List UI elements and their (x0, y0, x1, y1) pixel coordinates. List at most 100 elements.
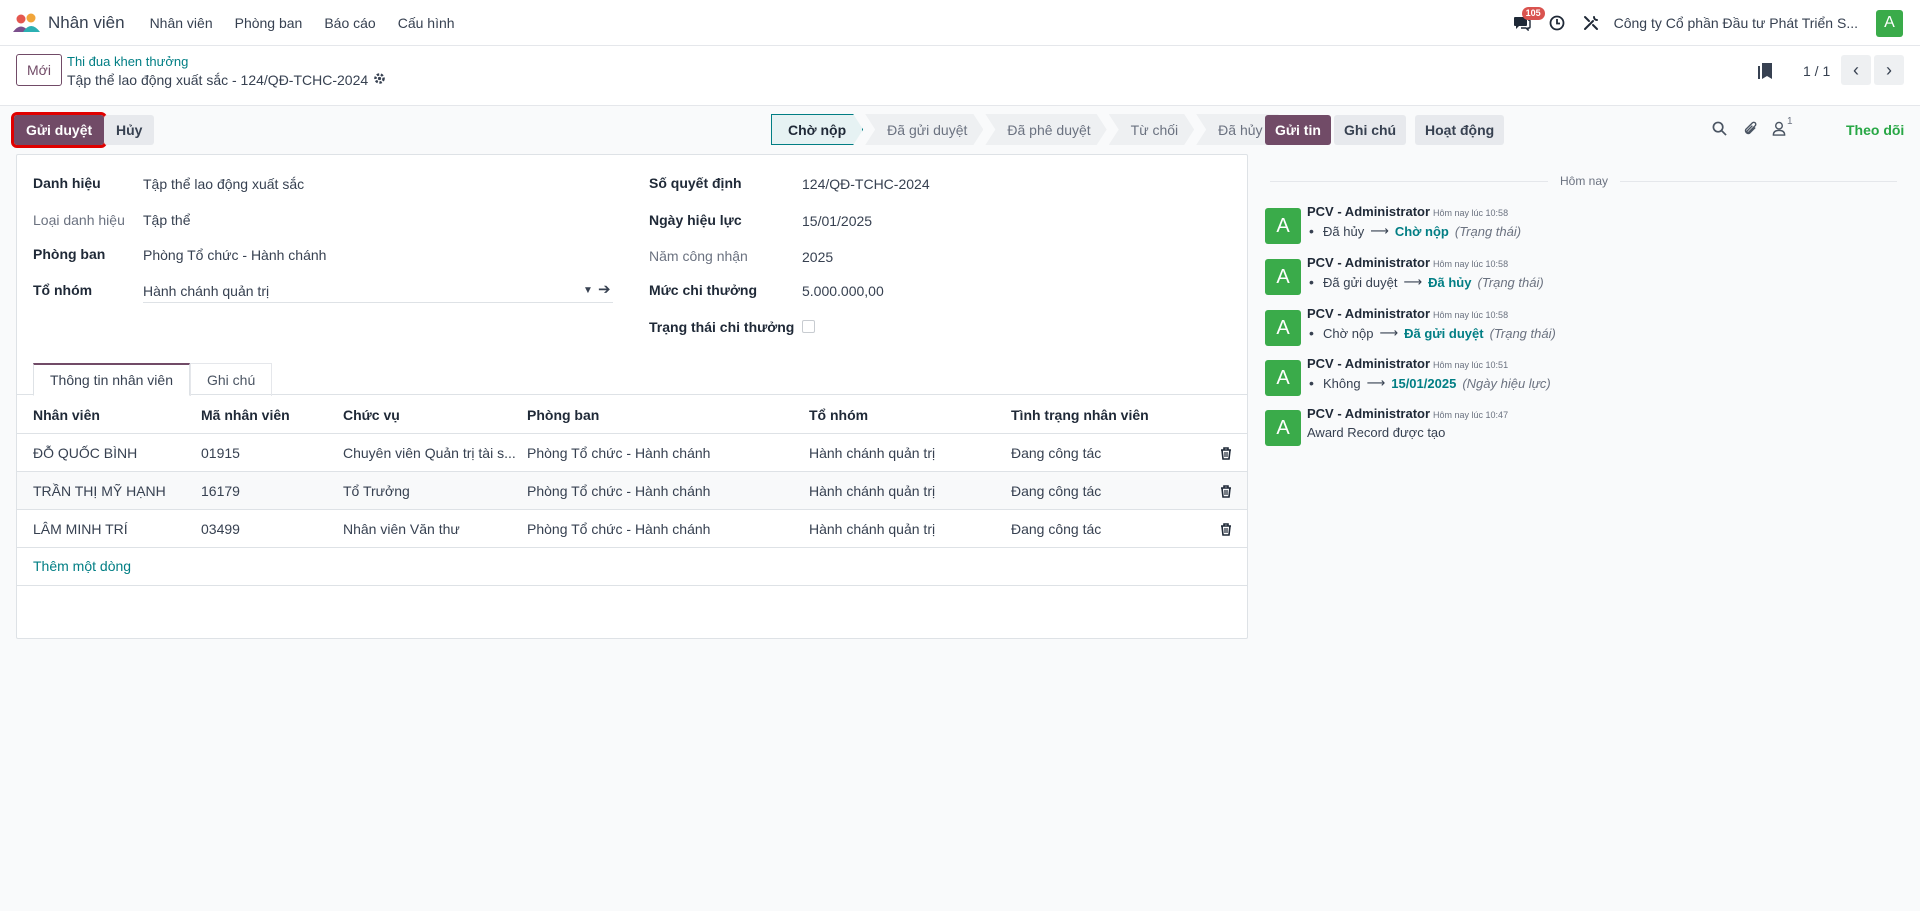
cell-employee-code: 16179 (201, 483, 240, 499)
old-value: Đã hủy (1323, 223, 1365, 239)
bookmark-icon[interactable] (1758, 62, 1774, 83)
field-phong-ban[interactable]: Phòng Tổ chức - Hành chánh (143, 247, 326, 263)
status-da-gui-duyet[interactable]: Đã gửi duyệt (865, 114, 983, 145)
author-name: PCV - Administrator (1307, 306, 1431, 321)
app-logo-icon[interactable] (12, 12, 42, 34)
message-time: Hôm nay lúc 10:47 (1433, 410, 1509, 420)
cell-position: Tổ Trưởng (343, 483, 410, 499)
field-label-ngay-hieu-luc: Ngày hiệu lực (649, 212, 742, 228)
field-so-quyet-dinh[interactable]: 124/QĐ-TCHC-2024 (802, 176, 930, 192)
message-avatar[interactable]: A (1265, 310, 1301, 346)
activity-button[interactable]: Hoạt động (1415, 115, 1505, 145)
message-time: Hôm nay lúc 10:51 (1433, 360, 1509, 370)
message-author[interactable]: PCV - Administrator Hôm nay lúc 10:51 (1307, 356, 1508, 371)
messages-badge: 105 (1521, 7, 1545, 20)
trash-icon[interactable] (1220, 510, 1232, 548)
messages-icon[interactable]: 105 (1513, 7, 1545, 31)
tab-employee-info[interactable]: Thông tin nhân viên (33, 363, 190, 396)
message-time: Hôm nay lúc 10:58 (1433, 259, 1509, 269)
app-name[interactable]: Nhân viên (48, 13, 125, 33)
menu-configuration[interactable]: Cấu hình (398, 15, 455, 31)
field-ngay-hieu-luc[interactable]: 15/01/2025 (802, 213, 872, 229)
pager-previous-button[interactable]: ‹ (1841, 55, 1871, 85)
log-note-button[interactable]: Ghi chú (1334, 115, 1407, 145)
message-avatar[interactable]: A (1265, 208, 1301, 244)
debug-tools-icon[interactable] (1583, 15, 1599, 31)
cell-team: Hành chánh quản trị (809, 483, 936, 499)
tracking-line: Không ⟶ 15/01/2025 (Ngày hiệu lực) (1309, 375, 1551, 391)
new-value: Chờ nộp (1394, 223, 1449, 239)
field-muc-chi-thuong[interactable]: 5.000.000,00 (802, 283, 884, 299)
trash-icon[interactable] (1220, 472, 1232, 510)
message-author[interactable]: PCV - Administrator Hôm nay lúc 10:58 (1307, 255, 1508, 270)
paperclip-icon[interactable] (1743, 121, 1758, 139)
pager-next-button[interactable]: › (1874, 55, 1904, 85)
cell-employee-code: 03499 (201, 521, 240, 537)
message-author[interactable]: PCV - Administrator Hôm nay lúc 10:58 (1307, 306, 1508, 321)
message-body: Award Record được tạo (1307, 425, 1446, 440)
field-loai-danh-hieu[interactable]: Tập thể (143, 212, 190, 228)
old-value: Đã gửi duyệt (1323, 274, 1398, 290)
column-header-team[interactable]: Tổ nhóm (809, 396, 868, 434)
internal-link-arrow-icon[interactable]: ➔ (598, 280, 611, 298)
new-value: Đã hủy (1428, 274, 1472, 290)
add-line-link[interactable]: Thêm một dòng (33, 558, 131, 574)
tracking-line: Đã gửi duyệt ⟶ Đã hủy (Trạng thái) (1309, 274, 1544, 290)
user-avatar[interactable]: A (1876, 9, 1903, 37)
tracked-field: (Trạng thái) (1477, 274, 1544, 290)
cell-position: Chuyên viên Quản trị tài s... (343, 445, 516, 461)
control-panel: Mới Thi đua khen thưởng Tập thể lao động… (0, 46, 1920, 106)
submit-button[interactable]: Gửi duyệt (10, 112, 108, 148)
table-row[interactable]: ĐỖ QUỐC BÌNH 01915 Chuyên viên Quản trị … (17, 434, 1247, 472)
new-button[interactable]: Mới (16, 54, 62, 86)
message-author[interactable]: PCV - Administrator Hôm nay lúc 10:47 (1307, 406, 1508, 421)
tab-notes[interactable]: Ghi chú (190, 363, 273, 396)
cancel-button[interactable]: Hủy (104, 115, 155, 145)
menu-employees[interactable]: Nhân viên (150, 15, 213, 31)
field-danh-hieu[interactable]: Tập thể lao động xuất sắc (143, 176, 304, 192)
author-name: PCV - Administrator (1307, 204, 1431, 219)
field-nam-cong-nhan[interactable]: 2025 (802, 249, 833, 265)
company-switcher[interactable]: Công ty Cổ phần Đầu tư Phát Triển S... (1614, 15, 1858, 31)
field-label-trang-thai-chi-thuong: Trạng thái chi thưởng (649, 319, 795, 335)
column-header-department[interactable]: Phòng ban (527, 396, 599, 434)
status-cho-nop[interactable]: Chờ nộp (771, 114, 863, 145)
activity-clock-icon[interactable] (1549, 15, 1565, 31)
message-avatar[interactable]: A (1265, 360, 1301, 396)
field-label-loai-danh-hieu: Loại danh hiệu (33, 212, 125, 228)
gear-icon[interactable] (373, 72, 386, 88)
status-tu-choi[interactable]: Từ chối (1109, 114, 1195, 145)
field-label-phong-ban: Phòng ban (33, 246, 106, 262)
breadcrumb-parent[interactable]: Thi đua khen thưởng (67, 54, 188, 69)
search-icon[interactable] (1712, 121, 1727, 139)
message-author[interactable]: PCV - Administrator Hôm nay lúc 10:58 (1307, 204, 1508, 219)
send-message-button[interactable]: Gửi tin (1265, 115, 1331, 145)
pager-value[interactable]: 1 / 1 (1803, 63, 1830, 79)
author-name: PCV - Administrator (1307, 356, 1431, 371)
tracked-field: (Trạng thái) (1454, 223, 1522, 239)
trang-thai-chi-thuong-checkbox[interactable] (802, 320, 815, 333)
to-nhom-input[interactable]: Hành chánh quản trị (143, 281, 613, 303)
table-row[interactable]: LÂM MINH TRÍ 03499 Nhân viên Văn thư Phò… (17, 510, 1247, 548)
tracking-line: Chờ nộp ⟶ Đã gửi duyệt (Trạng thái) (1309, 325, 1556, 341)
chevron-right-icon: › (1886, 59, 1892, 80)
status-da-phe-duyet[interactable]: Đã phê duyệt (985, 114, 1106, 145)
followers-icon[interactable]: 1 (1772, 116, 1793, 136)
tracked-field: (Trạng thái) (1489, 325, 1556, 341)
menu-departments[interactable]: Phòng ban (235, 15, 303, 31)
column-header-employee[interactable]: Nhân viên (33, 396, 100, 434)
field-label-to-nhom: Tổ nhóm (33, 282, 93, 298)
column-header-employee-code[interactable]: Mã nhân viên (201, 396, 290, 434)
follow-button[interactable]: Theo dõi (1846, 122, 1904, 138)
message-avatar[interactable]: A (1265, 259, 1301, 295)
trash-icon[interactable] (1220, 434, 1232, 472)
cell-employee: ĐỖ QUỐC BÌNH (33, 445, 138, 461)
message-avatar[interactable]: A (1265, 410, 1301, 446)
follower-count: 1 (1787, 116, 1793, 127)
menu-reports[interactable]: Báo cáo (324, 15, 375, 31)
caret-down-icon[interactable]: ▼ (583, 285, 593, 296)
table-row[interactable]: TRẦN THỊ MỸ HẠNH 16179 Tổ Trưởng Phòng T… (17, 472, 1247, 510)
cell-team: Hành chánh quản trị (809, 521, 936, 537)
column-header-status[interactable]: Tình trạng nhân viên (1011, 396, 1149, 434)
column-header-position[interactable]: Chức vụ (343, 396, 400, 434)
